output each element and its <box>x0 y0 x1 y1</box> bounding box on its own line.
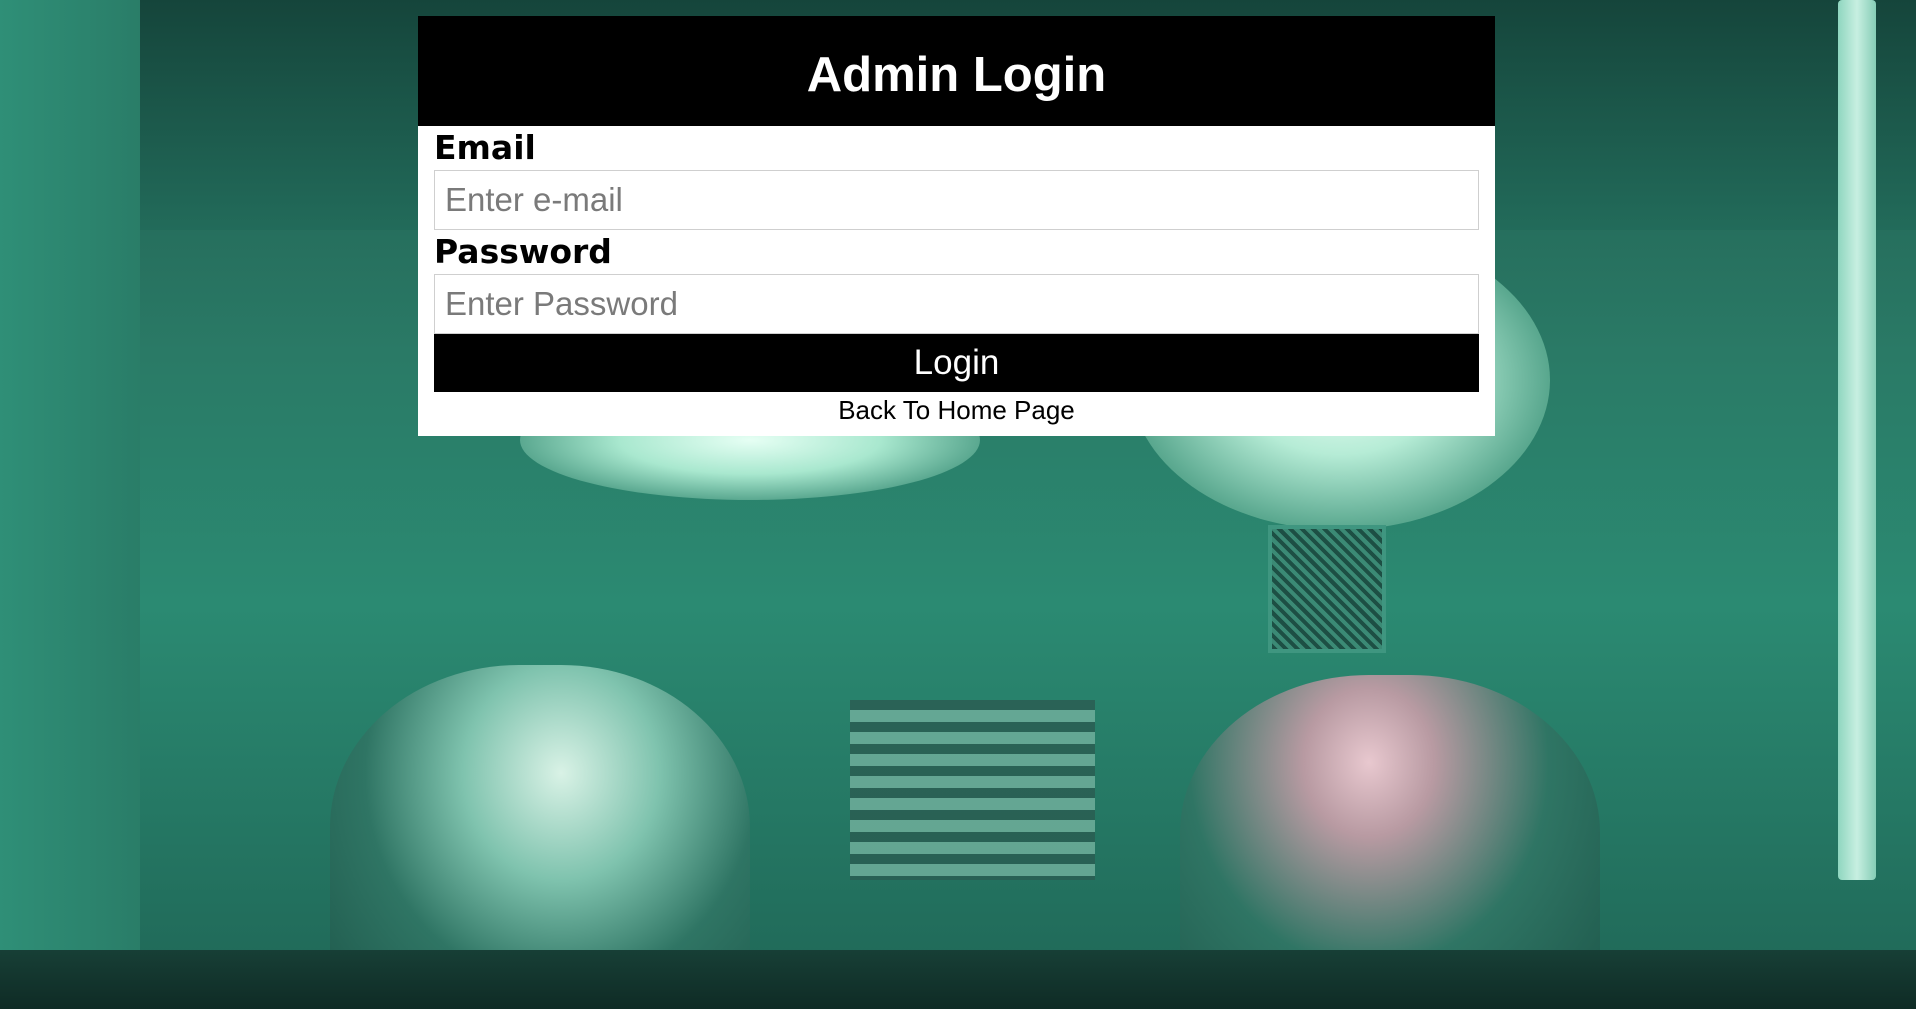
login-header: Admin Login <box>418 16 1495 126</box>
background-wall <box>0 0 140 1009</box>
login-button[interactable]: Login <box>434 334 1479 392</box>
password-label: Password <box>434 232 612 271</box>
email-field[interactable] <box>434 170 1479 230</box>
background-floor <box>0 950 1916 1009</box>
background-wall-chart <box>850 700 1095 880</box>
email-label: Email <box>434 128 536 167</box>
background-vent <box>1268 525 1386 653</box>
page-title: Admin Login <box>806 48 1107 102</box>
background-pillar <box>1838 0 1876 880</box>
password-field[interactable] <box>434 274 1479 334</box>
login-card: Admin Login Email Password Login Back To… <box>418 16 1495 436</box>
login-form: Email Password Login Back To Home Page <box>418 126 1495 436</box>
back-to-home-link[interactable]: Back To Home Page <box>434 394 1479 426</box>
